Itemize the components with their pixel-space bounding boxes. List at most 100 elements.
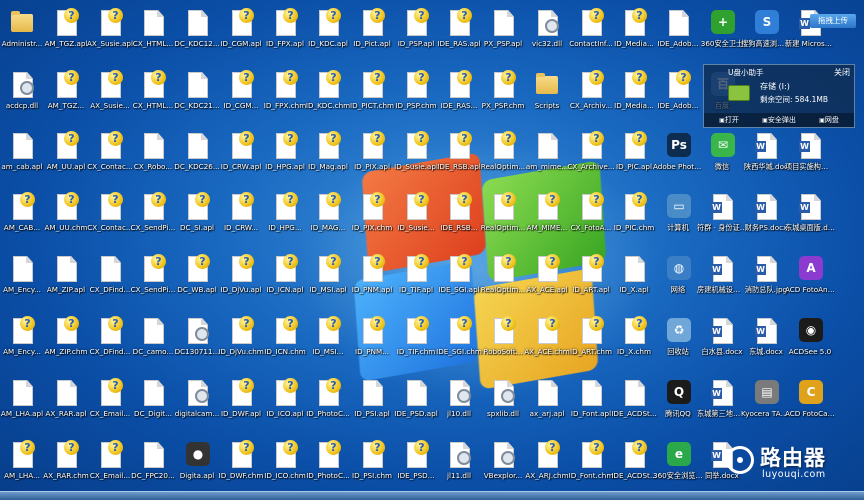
- desktop-icon[interactable]: ? IDE_Adob...: [656, 66, 700, 126]
- desktop-icon[interactable]: ? ID_CRW...: [219, 188, 263, 248]
- desktop-icon[interactable]: W 白水县.docx: [700, 312, 744, 372]
- desktop-icon[interactable]: DC_FPC20...: [131, 436, 175, 496]
- desktop-icon[interactable]: ? ID_PSP.apl: [394, 4, 438, 64]
- desktop-icon[interactable]: ? DC_WB.apl: [175, 250, 219, 310]
- desktop-icon[interactable]: ? ID_MSI...: [306, 312, 350, 372]
- desktop-icon[interactable]: e 360安全浏览器6: [653, 436, 703, 496]
- desktop-icon[interactable]: vic32.dll: [525, 4, 569, 64]
- desktop-icon[interactable]: ? ID_ART.chm: [569, 312, 613, 372]
- desktop-icon[interactable]: jl10.dll: [437, 374, 481, 434]
- desktop-icon[interactable]: Q 腾讯QQ: [656, 374, 700, 434]
- desktop-icon[interactable]: Administr...: [0, 4, 44, 64]
- desktop-icon[interactable]: DC_KDC21...: [174, 66, 220, 126]
- desktop-icon[interactable]: DC_KDC12...: [174, 4, 220, 64]
- desktop-icon[interactable]: ? IDE_SGI.chm: [436, 312, 482, 372]
- popup-action-cloud[interactable]: 网盘: [804, 113, 854, 127]
- desktop-icon[interactable]: ? CX_HTML...: [131, 66, 175, 126]
- desktop-icon[interactable]: ? AM_TGZ.apl: [44, 4, 88, 64]
- desktop-icon[interactable]: ? ID_PNM...: [350, 312, 394, 372]
- desktop-icon[interactable]: W 符群 · 身份证.doc: [697, 188, 747, 248]
- desktop-icon[interactable]: digitalcam...: [175, 374, 219, 434]
- desktop-icon[interactable]: PX_PSP.apl: [481, 4, 525, 64]
- desktop-icon[interactable]: ? ID_ICN.apl: [263, 250, 307, 310]
- desktop-icon[interactable]: ? DC_SI.apl: [175, 188, 219, 248]
- desktop-icon[interactable]: ? ID_FPX.apl: [263, 4, 307, 64]
- desktop-icon[interactable]: ? RoboSoft...: [481, 312, 525, 372]
- desktop-icon[interactable]: ? ID_ICN.chm: [263, 312, 307, 372]
- desktop-icon[interactable]: ? ID_Media...: [612, 66, 656, 126]
- desktop-icon[interactable]: ? AM_LHA...: [0, 436, 44, 496]
- desktop-icon[interactable]: ? ID_KDC.apl: [306, 4, 350, 64]
- desktop-icon[interactable]: ? ID_PSI.chm: [350, 436, 394, 496]
- desktop-icon[interactable]: ? ID_Font.chm: [569, 436, 613, 496]
- desktop-icon[interactable]: DC130711...: [175, 312, 219, 372]
- desktop-icon[interactable]: ? ID_X.chm: [612, 312, 656, 372]
- desktop-icon[interactable]: W 消防总队.jpg: [744, 250, 788, 310]
- desktop-icon[interactable]: ? ID_ICO.apl: [263, 374, 307, 434]
- desktop-icon[interactable]: Ps Adobe Photosh...: [653, 127, 703, 187]
- desktop-icon[interactable]: ? CX_SendPi...: [131, 250, 175, 310]
- desktop-icon[interactable]: ? ID_Susie.apl: [394, 127, 438, 187]
- desktop-icon[interactable]: ? ID_ICO.chm: [263, 436, 307, 496]
- desktop-icon[interactable]: ? IDE_RSB...: [437, 188, 481, 248]
- desktop-icon[interactable]: ? ID_CGM.apl: [219, 4, 263, 64]
- desktop-icon[interactable]: ? ID_PIC.chm: [612, 188, 656, 248]
- popup-action-eject[interactable]: 安全弹出: [754, 113, 804, 127]
- desktop-icon[interactable]: ? AX_Susie...: [88, 66, 132, 126]
- desktop-icon[interactable]: ? AM_CAB...: [0, 188, 44, 248]
- popup-close-button[interactable]: 关闭: [834, 67, 850, 78]
- desktop-icon[interactable]: ? ID_DWF.chm: [219, 436, 263, 496]
- desktop-icon[interactable]: ID_PSI.apl: [350, 374, 394, 434]
- desktop-icon[interactable]: ? CX_Contac...: [87, 127, 133, 187]
- desktop-icon[interactable]: CX_HTML...: [131, 4, 175, 64]
- desktop-icon[interactable]: ? ID_PIX.chm: [350, 188, 394, 248]
- desktop-icon[interactable]: ♻ 回收站: [656, 312, 700, 372]
- desktop-icon[interactable]: ? ID_PIX.apl: [350, 127, 394, 187]
- desktop-icon[interactable]: DC_KDC26...: [174, 127, 220, 187]
- desktop-icon[interactable]: ? RealOptim...: [481, 188, 525, 248]
- desktop-icon[interactable]: CX_Robo...: [131, 127, 175, 187]
- desktop-icon[interactable]: acdcp.dll: [0, 66, 44, 126]
- desktop-icon[interactable]: ? CX_Archive...: [567, 127, 615, 187]
- desktop-icon[interactable]: ? ID_CRW.apl: [219, 127, 263, 187]
- desktop-icon[interactable]: ? ID_Mag.apl: [306, 127, 350, 187]
- desktop-icon[interactable]: ? PX_PSP.chm: [481, 66, 525, 126]
- desktop-icon[interactable]: ? ID_HPG.apl: [263, 127, 307, 187]
- desktop-icon[interactable]: ID_Font.apl: [569, 374, 613, 434]
- desktop-icon[interactable]: ? ID_CGM...: [219, 66, 263, 126]
- desktop-icon[interactable]: ? AX_ACE.chm: [524, 312, 570, 372]
- desktop-icon[interactable]: AM_LHA.apl: [0, 374, 44, 434]
- desktop-icon[interactable]: ? AM_UU.apl: [44, 127, 88, 187]
- desktop-icon[interactable]: +360安全卫士: [700, 4, 744, 64]
- desktop-icon[interactable]: ? AM_MIME...: [525, 188, 569, 248]
- desktop-icon[interactable]: ? AX_ARJ.chm: [525, 436, 569, 496]
- desktop-icon[interactable]: ? ID_Media...: [612, 4, 656, 64]
- desktop-icon[interactable]: ? ID_ART.apl: [569, 250, 613, 310]
- desktop-icon[interactable]: ? ID_PhotoC...: [306, 436, 350, 496]
- desktop-icon[interactable]: am_cab.apl: [0, 127, 44, 187]
- desktop-icon[interactable]: ? IDE_ACDSt...: [611, 436, 657, 496]
- desktop-icon[interactable]: ? ID_HPG...: [263, 188, 307, 248]
- desktop-icon[interactable]: ? ID_MAG...: [306, 188, 350, 248]
- desktop-icon[interactable]: ? AX_RAR.chm: [43, 436, 89, 496]
- desktop-icon[interactable]: ? ID_DWF.apl: [219, 374, 263, 434]
- desktop-icon[interactable]: ? ID_Pict.apl: [350, 4, 394, 64]
- desktop-icon[interactable]: jl11.dll: [437, 436, 481, 496]
- desktop-icon[interactable]: IDE_Adob...: [656, 4, 700, 64]
- desktop-icon[interactable]: ? ContactInf...: [569, 4, 613, 64]
- desktop-icon[interactable]: ? ID_MSI.apl: [306, 250, 350, 310]
- desktop-icon[interactable]: IDE_ACDSt...: [611, 374, 657, 434]
- desktop-icon[interactable]: W 陕西华城.doc: [744, 127, 788, 187]
- taskbar[interactable]: [0, 491, 864, 500]
- desktop-icon[interactable]: W 东城第三地川撑审文: [697, 374, 747, 434]
- desktop-icon[interactable]: ? AX_ACE.apl: [525, 250, 569, 310]
- desktop-icon[interactable]: ? CX_Email...: [88, 374, 132, 434]
- desktop-icon[interactable]: IDE_PSD.apl: [394, 374, 438, 434]
- desktop-icon[interactable]: ax_arj.apl: [525, 374, 569, 434]
- desktop-icon[interactable]: ? ID_DjVu.chm: [218, 312, 264, 372]
- desktop-icon[interactable]: ? IDE_RAS...: [437, 66, 481, 126]
- desktop-icon[interactable]: AM_Ency...: [0, 250, 44, 310]
- desktop-icon[interactable]: ? IDE_RSB.apl: [437, 127, 481, 187]
- popup-action-open[interactable]: 打开: [704, 113, 754, 127]
- desktop-icon[interactable]: W 东城.docx: [744, 312, 788, 372]
